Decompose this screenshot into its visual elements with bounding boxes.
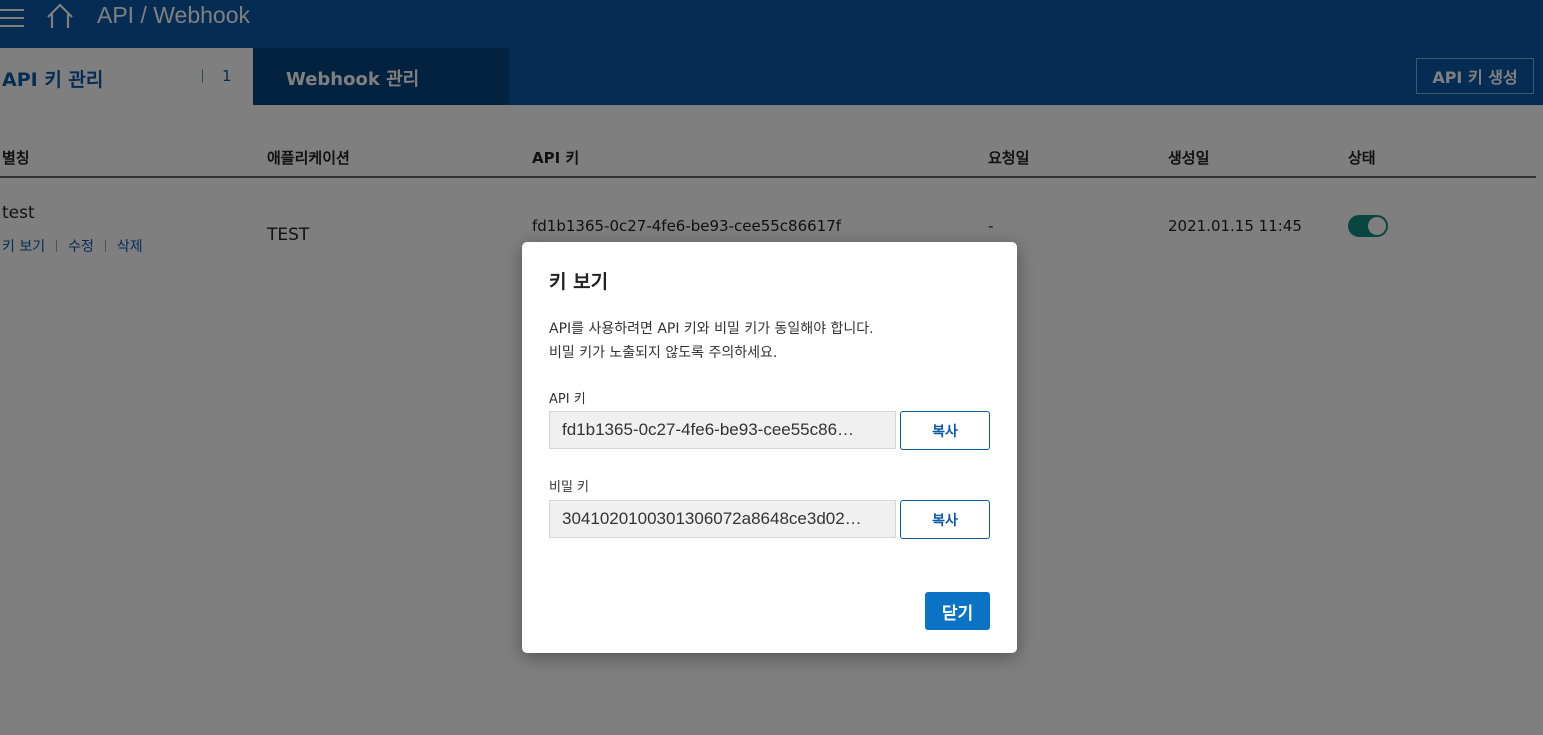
dialog-description: API를 사용하려면 API 키와 비밀 키가 동일해야 합니다. 비밀 키가 … bbox=[549, 317, 874, 365]
description-line: 비밀 키가 노출되지 않도록 주의하세요. bbox=[549, 345, 778, 361]
copy-secret-key-button[interactable]: 복사 bbox=[900, 500, 990, 539]
close-button[interactable]: 닫기 bbox=[925, 592, 990, 630]
view-key-dialog: 키 보기 API를 사용하려면 API 키와 비밀 키가 동일해야 합니다. 비… bbox=[522, 242, 1017, 653]
dialog-title: 키 보기 bbox=[549, 271, 609, 293]
api-key-label: API 키 bbox=[549, 392, 586, 407]
copy-api-key-button[interactable]: 복사 bbox=[900, 411, 990, 450]
api-key-field[interactable]: fd1b1365-0c27-4fe6-be93-cee55c86… bbox=[549, 411, 896, 449]
description-line: API를 사용하려면 API 키와 비밀 키가 동일해야 합니다. bbox=[549, 321, 874, 337]
secret-key-field[interactable]: 3041020100301306072a8648ce3d02… bbox=[549, 500, 896, 538]
secret-key-label: 비밀 키 bbox=[549, 480, 590, 495]
